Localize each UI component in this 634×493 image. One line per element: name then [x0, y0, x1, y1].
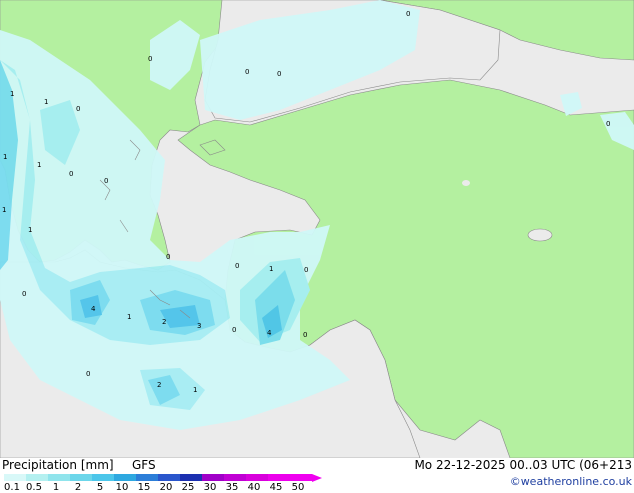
legend-tick-label: 2 [74, 482, 82, 493]
legend-tick-label: 50 [291, 482, 305, 493]
legend-tick-label: 40 [247, 482, 261, 493]
map-value-label: 2 [162, 318, 166, 326]
map-footer: Precipitation [mm] GFS Mo 22-12-2025 00.… [0, 458, 634, 493]
legend-swatch [70, 474, 92, 481]
map-value-label: 1 [269, 265, 273, 273]
legend-swatch [158, 474, 180, 481]
legend-swatch [92, 474, 114, 481]
map-value-label: 0 [232, 326, 236, 334]
legend-swatch [224, 474, 246, 481]
map-value-label: 4 [267, 329, 272, 337]
legend-tick-label: 5 [96, 482, 104, 493]
map-value-label: 0 [22, 290, 26, 298]
legend-title: Precipitation [mm] [2, 458, 114, 472]
map-value-label: 0 [303, 331, 307, 339]
legend-tick-label: 1 [52, 482, 60, 493]
model-name: GFS [132, 458, 156, 472]
legend-tick-label: 45 [269, 482, 283, 493]
legend-swatch [4, 474, 26, 481]
map-value-label: 0 [148, 55, 152, 63]
legend-tick-label: 0.1 [4, 482, 20, 493]
legend-swatch [290, 474, 312, 481]
map-value-label: 1 [127, 313, 131, 321]
legend-tick-label: 25 [181, 482, 195, 493]
map-value-label: 2 [157, 381, 161, 389]
lake-tuz [462, 180, 470, 186]
precipitation-map: 0 0 0 0 1 1 0 1 1 0 1 1 0 0 0 1 0 0 4 1 … [0, 0, 634, 458]
legend-swatch [246, 474, 268, 481]
map-value-label: 0 [104, 177, 108, 185]
legend-tick-label: 35 [225, 482, 239, 493]
map-value-label: 0 [235, 262, 239, 270]
map-value-label: 1 [37, 161, 41, 169]
map-value-label: 1 [193, 386, 197, 394]
map-value-label: 0 [406, 10, 410, 18]
map-value-label: 0 [277, 70, 281, 78]
legend-swatch [114, 474, 136, 481]
map-value-label: 0 [86, 370, 90, 378]
map-value-label: 1 [10, 90, 14, 98]
credit-link[interactable]: ©weatheronline.co.uk [510, 475, 632, 488]
lake-van [527, 228, 553, 242]
map-value-label: 0 [69, 170, 73, 178]
map-value-label: 0 [76, 105, 80, 113]
legend-swatch [136, 474, 158, 481]
map-value-label: 1 [2, 206, 6, 214]
map-value-label: 0 [166, 253, 170, 261]
map-value-label: 1 [3, 153, 7, 161]
map-value-label: 0 [606, 120, 610, 128]
map-value-label: 0 [304, 266, 308, 274]
map-value-label: 1 [28, 226, 32, 234]
legend-swatch [268, 474, 290, 481]
valid-time: Mo 22-12-2025 00..03 UTC (06+213 [414, 458, 632, 472]
legend-swatch [180, 474, 202, 481]
legend-tick-label: 30 [203, 482, 217, 493]
map-value-label: 0 [245, 68, 249, 76]
map-value-label: 1 [44, 98, 48, 106]
map-value-label: 3 [197, 322, 201, 330]
legend-tick-label: 10 [115, 482, 129, 493]
legend-swatch [26, 474, 48, 481]
legend-arrow [312, 474, 322, 482]
legend-swatch [202, 474, 224, 481]
legend-tick-label: 15 [137, 482, 151, 493]
legend-tick-label: 20 [159, 482, 173, 493]
legend-swatch [48, 474, 70, 481]
map-value-label: 4 [91, 305, 96, 313]
legend-tick-label: 0.5 [26, 482, 42, 493]
